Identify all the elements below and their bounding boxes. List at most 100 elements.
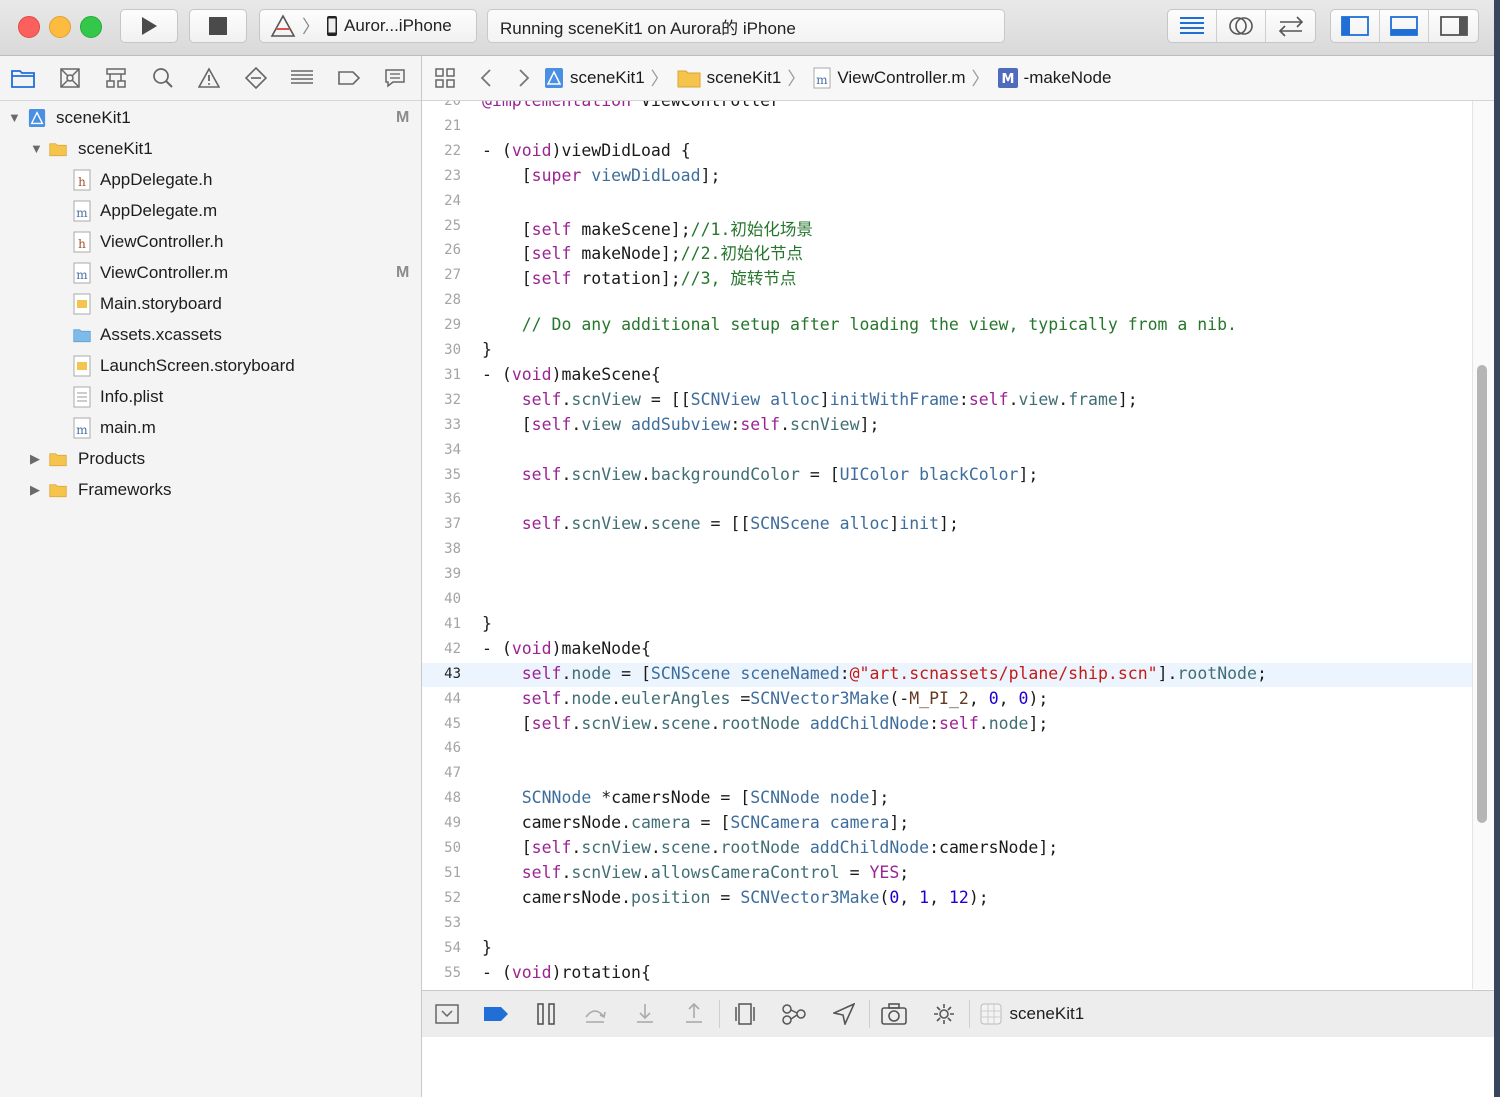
standard-editor-button[interactable]: [1168, 10, 1217, 42]
code-line[interactable]: [self.view addSubview:self.scnView];: [482, 415, 880, 434]
forward-button[interactable]: [504, 68, 544, 88]
disclosure-open-icon[interactable]: ▼: [30, 141, 43, 156]
tree-item-appdelegate-m[interactable]: m AppDelegate.m: [0, 195, 421, 226]
line-number[interactable]: 50: [422, 840, 461, 856]
editor-scrollbar-thumb[interactable]: [1477, 365, 1487, 823]
line-number[interactable]: 39: [422, 566, 461, 582]
line-number[interactable]: 45: [422, 716, 461, 732]
line-number[interactable]: 42: [422, 641, 461, 657]
step-out-button[interactable]: [670, 991, 720, 1037]
tab-source-control[interactable]: [47, 56, 94, 100]
code-line[interactable]: [self.scnView.scene.rootNode addChildNod…: [482, 714, 1049, 733]
environment-overrides-button[interactable]: [919, 991, 969, 1037]
tree-item-main-m[interactable]: m main.m: [0, 412, 421, 443]
tree-item-scenekit1[interactable]: ▼ sceneKit1: [0, 133, 421, 164]
code-line[interactable]: - (void)rotation{: [482, 963, 651, 982]
stop-button[interactable]: [189, 9, 247, 43]
line-number[interactable]: 40: [422, 591, 461, 607]
tree-item-frameworks[interactable]: ▶ Frameworks: [0, 474, 421, 505]
line-number[interactable]: 34: [422, 442, 461, 458]
line-number[interactable]: 27: [422, 267, 461, 283]
code-line[interactable]: self.scnView.backgroundColor = [UIColor …: [482, 465, 1039, 484]
tree-item-scenekit1[interactable]: ▼ sceneKit1 M: [0, 102, 421, 133]
line-number[interactable]: 49: [422, 815, 461, 831]
code-line[interactable]: self.node.eulerAngles =SCNVector3Make(-M…: [482, 689, 1049, 708]
simulate-location-button[interactable]: [819, 991, 869, 1037]
tab-breakpoint-navigator[interactable]: [326, 56, 373, 100]
code-line[interactable]: [self makeNode];//2.初始化节点: [482, 240, 803, 264]
line-number[interactable]: 41: [422, 616, 461, 632]
line-number[interactable]: 30: [422, 342, 461, 358]
code-line[interactable]: self.node = [SCNScene sceneNamed:@"art.s…: [482, 664, 1267, 683]
toggle-navigator-button[interactable]: [1331, 10, 1380, 42]
line-number[interactable]: 22: [422, 143, 461, 159]
jump-bar-group[interactable]: sceneKit1: [677, 68, 781, 88]
line-number[interactable]: 51: [422, 865, 461, 881]
line-number[interactable]: 53: [422, 915, 461, 931]
tree-item-appdelegate-h[interactable]: h AppDelegate.h: [0, 164, 421, 195]
line-number[interactable]: 23: [422, 168, 461, 184]
code-line[interactable]: self.scnView = [[SCNView alloc]initWithF…: [482, 390, 1138, 409]
tree-item-launchscreen-storyboard[interactable]: LaunchScreen.storyboard: [0, 350, 421, 381]
line-number[interactable]: 44: [422, 691, 461, 707]
close-window-button[interactable]: [18, 16, 40, 38]
line-number[interactable]: 38: [422, 541, 461, 557]
tab-report-navigator[interactable]: [372, 56, 419, 100]
line-number[interactable]: 37: [422, 516, 461, 532]
code-line[interactable]: - (void)viewDidLoad {: [482, 141, 691, 160]
debug-view-hierarchy-button[interactable]: [720, 991, 770, 1037]
breakpoints-toggle-button[interactable]: [472, 991, 522, 1037]
debug-target[interactable]: sceneKit1: [980, 1003, 1084, 1025]
version-editor-button[interactable]: [1266, 10, 1315, 42]
pause-button[interactable]: [521, 991, 571, 1037]
back-button[interactable]: [468, 68, 504, 88]
code-line[interactable]: - (void)makeNode{: [482, 639, 651, 658]
code-line[interactable]: @implementation ViewController: [482, 101, 780, 110]
disclosure-closed-icon[interactable]: ▶: [30, 451, 40, 467]
debug-memory-graph-button[interactable]: [770, 991, 820, 1037]
source-editor[interactable]: 20 21 22 23 24 25 26 27 28 29 30 31 32 33 34 35 36 37 38 39…: [422, 101, 1472, 989]
hide-debug-area-button[interactable]: [422, 991, 472, 1037]
tab-project-navigator[interactable]: [0, 56, 47, 100]
capture-gpu-frame-button[interactable]: [870, 991, 920, 1037]
line-number[interactable]: 47: [422, 765, 461, 781]
line-number[interactable]: 29: [422, 317, 461, 333]
jump-bar-project[interactable]: sceneKit1: [544, 67, 645, 89]
toggle-utilities-button[interactable]: [1429, 10, 1478, 42]
toggle-debug-area-button[interactable]: [1380, 10, 1429, 42]
line-number[interactable]: 52: [422, 890, 461, 906]
tree-item-main-storyboard[interactable]: Main.storyboard: [0, 288, 421, 319]
code-line[interactable]: - (void)makeScene{: [482, 365, 661, 384]
line-number[interactable]: 54: [422, 940, 461, 956]
jump-bar-file[interactable]: m ViewController.m: [813, 67, 966, 89]
code-line[interactable]: camersNode.camera = [SCNCamera camera];: [482, 813, 909, 832]
tree-item-info-plist[interactable]: Info.plist: [0, 381, 421, 412]
line-number-gutter[interactable]: 20 21 22 23 24 25 26 27 28 29 30 31 32 33 34 35 36 37 38 39…: [422, 101, 462, 989]
code-line[interactable]: }: [482, 340, 492, 359]
line-number[interactable]: 20: [422, 101, 461, 109]
tab-symbol-navigator[interactable]: [93, 56, 140, 100]
debug-console[interactable]: [422, 1037, 1494, 1097]
code-line[interactable]: // Do any additional setup after loading…: [482, 315, 1237, 334]
line-number[interactable]: 46: [422, 740, 461, 756]
scheme-selector[interactable]: 〉 Auror...iPhone: [259, 9, 477, 43]
jump-bar-method[interactable]: M -makeNode: [997, 68, 1111, 88]
code-line[interactable]: [self rotation];//3, 旋转节点: [482, 265, 797, 289]
line-number[interactable]: 26: [422, 242, 461, 258]
code-line[interactable]: [super viewDidLoad];: [482, 166, 721, 185]
code-line[interactable]: [self makeScene];//1.初始化场景: [482, 216, 813, 240]
tab-test-navigator[interactable]: [233, 56, 280, 100]
line-number[interactable]: 48: [422, 790, 461, 806]
disclosure-closed-icon[interactable]: ▶: [30, 482, 40, 498]
tree-item-viewcontroller-m[interactable]: m ViewController.m M: [0, 257, 421, 288]
disclosure-open-icon[interactable]: ▼: [8, 110, 21, 125]
zoom-window-button[interactable]: [80, 16, 102, 38]
tree-item-products[interactable]: ▶ Products: [0, 443, 421, 474]
tab-debug-navigator[interactable]: [279, 56, 326, 100]
step-into-button[interactable]: [620, 991, 670, 1037]
line-number[interactable]: 21: [422, 118, 461, 134]
assistant-editor-button[interactable]: [1217, 10, 1266, 42]
line-number[interactable]: 31: [422, 367, 461, 383]
code-line[interactable]: self.scnView.scene = [[SCNScene alloc]in…: [482, 514, 959, 533]
line-number[interactable]: 35: [422, 467, 461, 483]
